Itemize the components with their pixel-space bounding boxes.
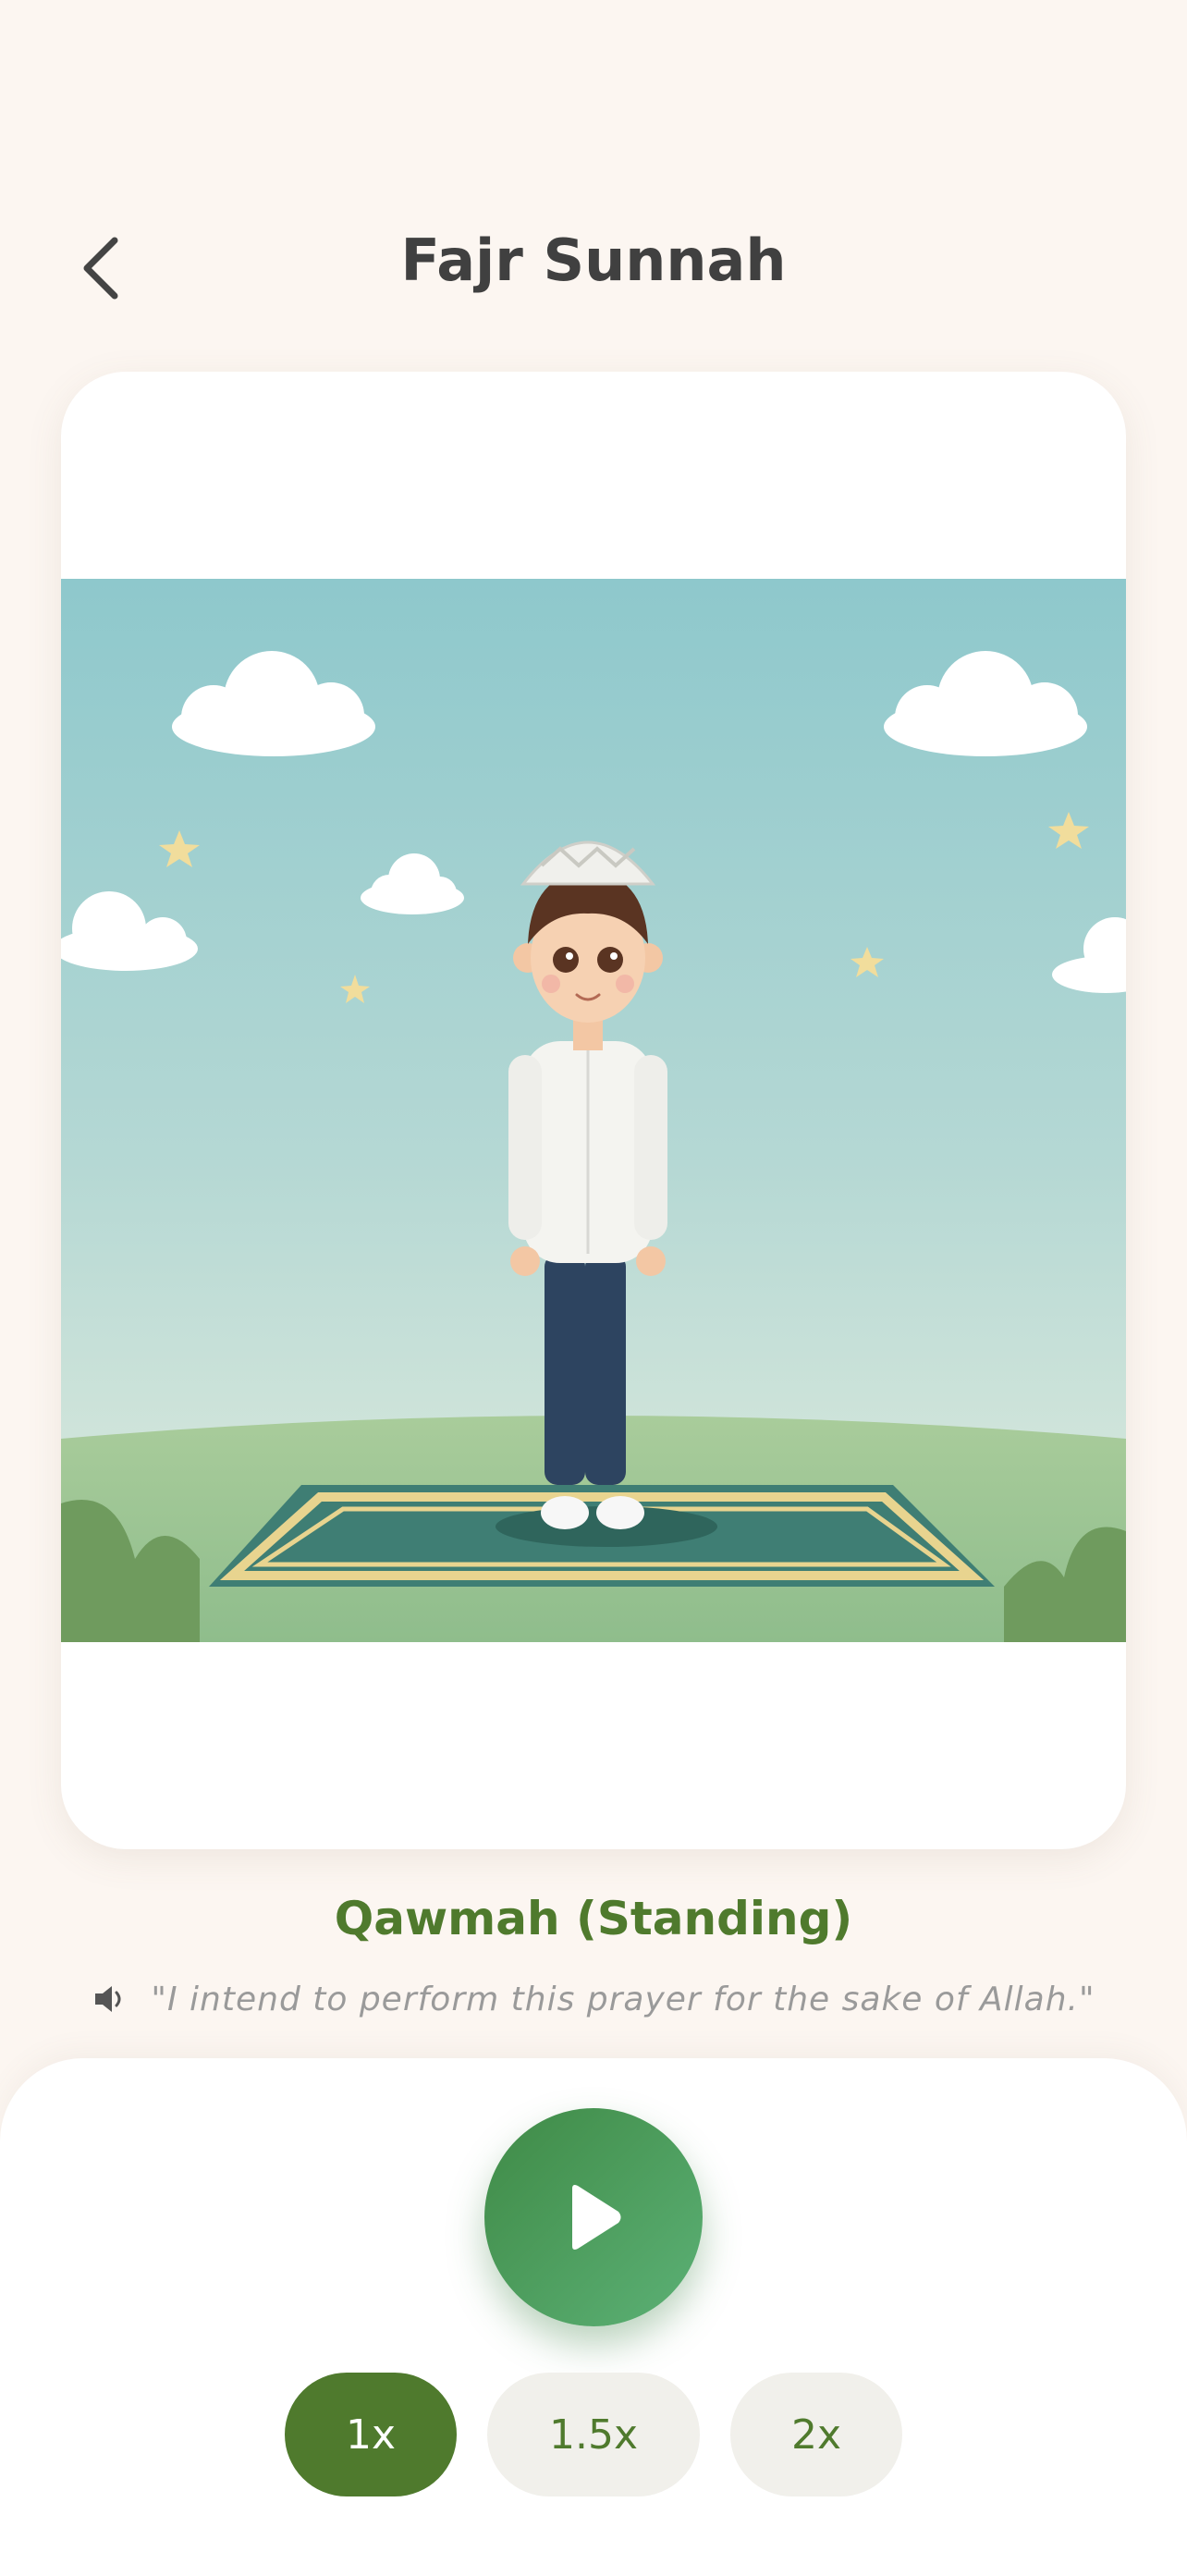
step-name: Qawmah (Standing) bbox=[334, 1892, 853, 1945]
recitation-row: "I intend to perform this prayer for the… bbox=[0, 1971, 1187, 2027]
speed-1.5x-button[interactable]: 1.5x bbox=[487, 2373, 700, 2496]
speed-1x-button[interactable]: 1x bbox=[285, 2373, 457, 2496]
recitation-text: "I intend to perform this prayer for the… bbox=[151, 1980, 1095, 2018]
page-title: Fajr Sunnah bbox=[400, 227, 787, 294]
speaker-icon[interactable] bbox=[92, 1982, 128, 2016]
illustration-card bbox=[61, 372, 1126, 1849]
play-icon bbox=[572, 2185, 621, 2250]
prayer-pose-illustration bbox=[61, 579, 1126, 1642]
speed-selector: 1x 1.5x 2x bbox=[0, 2373, 1187, 2496]
speed-2x-button[interactable]: 2x bbox=[730, 2373, 902, 2496]
header: Fajr Sunnah bbox=[0, 185, 1187, 342]
playback-controls: 1x 1.5x 2x bbox=[0, 2058, 1187, 2576]
play-button[interactable] bbox=[484, 2108, 703, 2326]
